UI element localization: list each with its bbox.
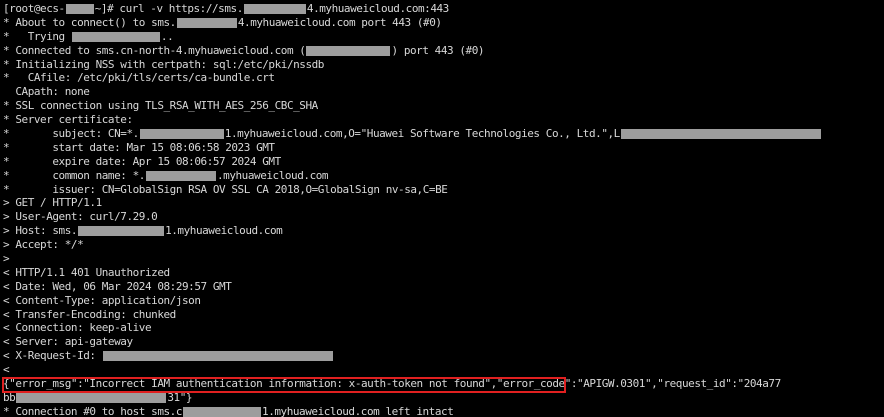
line-text: * expire date: Apr 15 08:06:57 2024 GMT [3,154,281,168]
line-text: ) port 443 (#0) [391,43,485,57]
terminal-line: > User-Agent: curl/7.29.0 [3,210,884,224]
terminal-line: > [3,252,884,266]
terminal-line: bb 31"} [3,391,884,405]
terminal-line: CApath: none [3,85,884,99]
line-text: * issuer: CN=GlobalSign RSA OV SSL CA 20… [3,182,448,196]
redacted-block [183,406,262,417]
terminal-line: * expire date: Apr 15 08:06:57 2024 GMT [3,155,884,169]
terminal-line: * subject: CN=*. 1.myhuaweicloud.com,O="H… [3,127,884,141]
terminal-line: * start date: Mar 15 08:06:58 2023 GMT [3,141,884,155]
line-text: > User-Agent: curl/7.29.0 [3,210,158,224]
terminal-line: * About to connect() to sms. 4.myhuaweicl… [3,16,884,30]
terminal-line: * CAfile: /etc/pki/tls/certs/ca-bundle.c… [3,71,884,85]
terminal-line: * Trying .. [3,30,884,44]
terminal-line: > GET / HTTP/1.1 [3,196,884,210]
line-text: * start date: Mar 15 08:06:58 2023 GMT [3,140,275,154]
terminal-line: < Server: api-gateway [3,335,884,349]
terminal-line-prompt: [root@ecs- ~]# curl -v https://sms. 4.myhu… [3,2,884,16]
line-text: * Connected to sms.cn-north-4.myhuaweicl… [3,43,306,57]
terminal-line: * Connection #0 to host sms.c 1.myhuaweic… [3,405,884,417]
line-text: * SSL connection using TLS_RSA_WITH_AES_… [3,99,318,113]
terminal-line: < Date: Wed, 06 Mar 2024 08:29:57 GMT [3,280,884,294]
redacted-block [243,4,306,14]
redacted-block [306,45,391,56]
line-text: < [3,363,10,377]
line-text: < Connection: keep-alive [3,321,152,335]
line-text: > GET / HTTP/1.1 [3,196,102,210]
terminal-line: * Initializing NSS with certpath: sql:/e… [3,58,884,72]
terminal-window[interactable]: [root@ecs- ~]# curl -v https://sms. 4.myhu… [0,0,884,417]
line-text: CApath: none [3,85,90,99]
line-text: 1.myhuaweicloud.com [165,224,283,238]
terminal-line: > Host: sms. 1.myhuaweicloud.com [3,224,884,238]
line-text: * Connection #0 to host sms.c [3,404,183,417]
redacted-block [139,129,224,140]
terminal-line: < Connection: keep-alive [3,321,884,335]
terminal-line: * Connected to sms.cn-north-4.myhuaweicl… [3,44,884,58]
line-text: < Server: api-gateway [3,335,133,349]
terminal-line: > Accept: */* [3,238,884,252]
terminal-line: < Transfer-Encoding: chunked [3,308,884,322]
terminal-line: < X-Request-Id: [3,349,884,363]
line-text: [root@ecs- [3,2,65,15]
line-text: * CAfile: /etc/pki/tls/certs/ca-bundle.c… [3,71,275,85]
error-message-highlight-box [2,377,566,393]
line-text: < Transfer-Encoding: chunked [3,307,176,321]
line-text: * Server certificate: [3,113,133,127]
terminal-line: * issuer: CN=GlobalSign RSA OV SSL CA 20… [3,183,884,197]
line-text: > Host: sms. [3,224,78,238]
redacted-block [145,170,216,181]
line-text: 1.myhuaweicloud.com left intact [262,404,454,417]
redacted-block [65,4,94,14]
terminal-line: < Content-Type: application/json [3,294,884,308]
line-text: * Initializing NSS with certpath: sql:/e… [3,57,324,71]
line-text: 4.myhuaweicloud.com:443 [306,2,449,15]
line-text: * common name: *. [3,168,145,182]
terminal-line: < [3,363,884,377]
terminal-line: < HTTP/1.1 401 Unauthorized [3,266,884,280]
line-text: < HTTP/1.1 401 Unauthorized [3,265,170,279]
line-text: > Accept: */* [3,238,84,252]
line-text: ~]# curl -v https://sms. [94,2,244,15]
line-text: * About to connect() to sms. [3,15,176,29]
terminal-line: * SSL connection using TLS_RSA_WITH_AES_… [3,99,884,113]
redacted-block [78,226,165,237]
line-text: < X-Request-Id: [3,349,102,363]
redacted-block [102,351,333,362]
terminal-line: * common name: *. .myhuaweicloud.com [3,169,884,183]
line-text: 4.myhuaweicloud.com port 443 (#0) [237,15,442,29]
line-text: < Content-Type: application/json [3,293,201,307]
line-text: * Trying [3,29,71,43]
redacted-block [176,17,237,28]
line-text: .myhuaweicloud.com [216,168,329,182]
terminal-line: * Server certificate: [3,113,884,127]
line-text: .. [160,29,174,43]
line-text: * subject: CN=*. [3,127,139,141]
line-text: < Date: Wed, 06 Mar 2024 08:29:57 GMT [3,279,232,293]
redacted-block [71,31,160,42]
line-text: 1.myhuaweicloud.com,O="Huawei Software T… [224,127,620,141]
redacted-block [16,392,167,403]
line-text: > [3,252,10,266]
redacted-block [620,129,821,140]
